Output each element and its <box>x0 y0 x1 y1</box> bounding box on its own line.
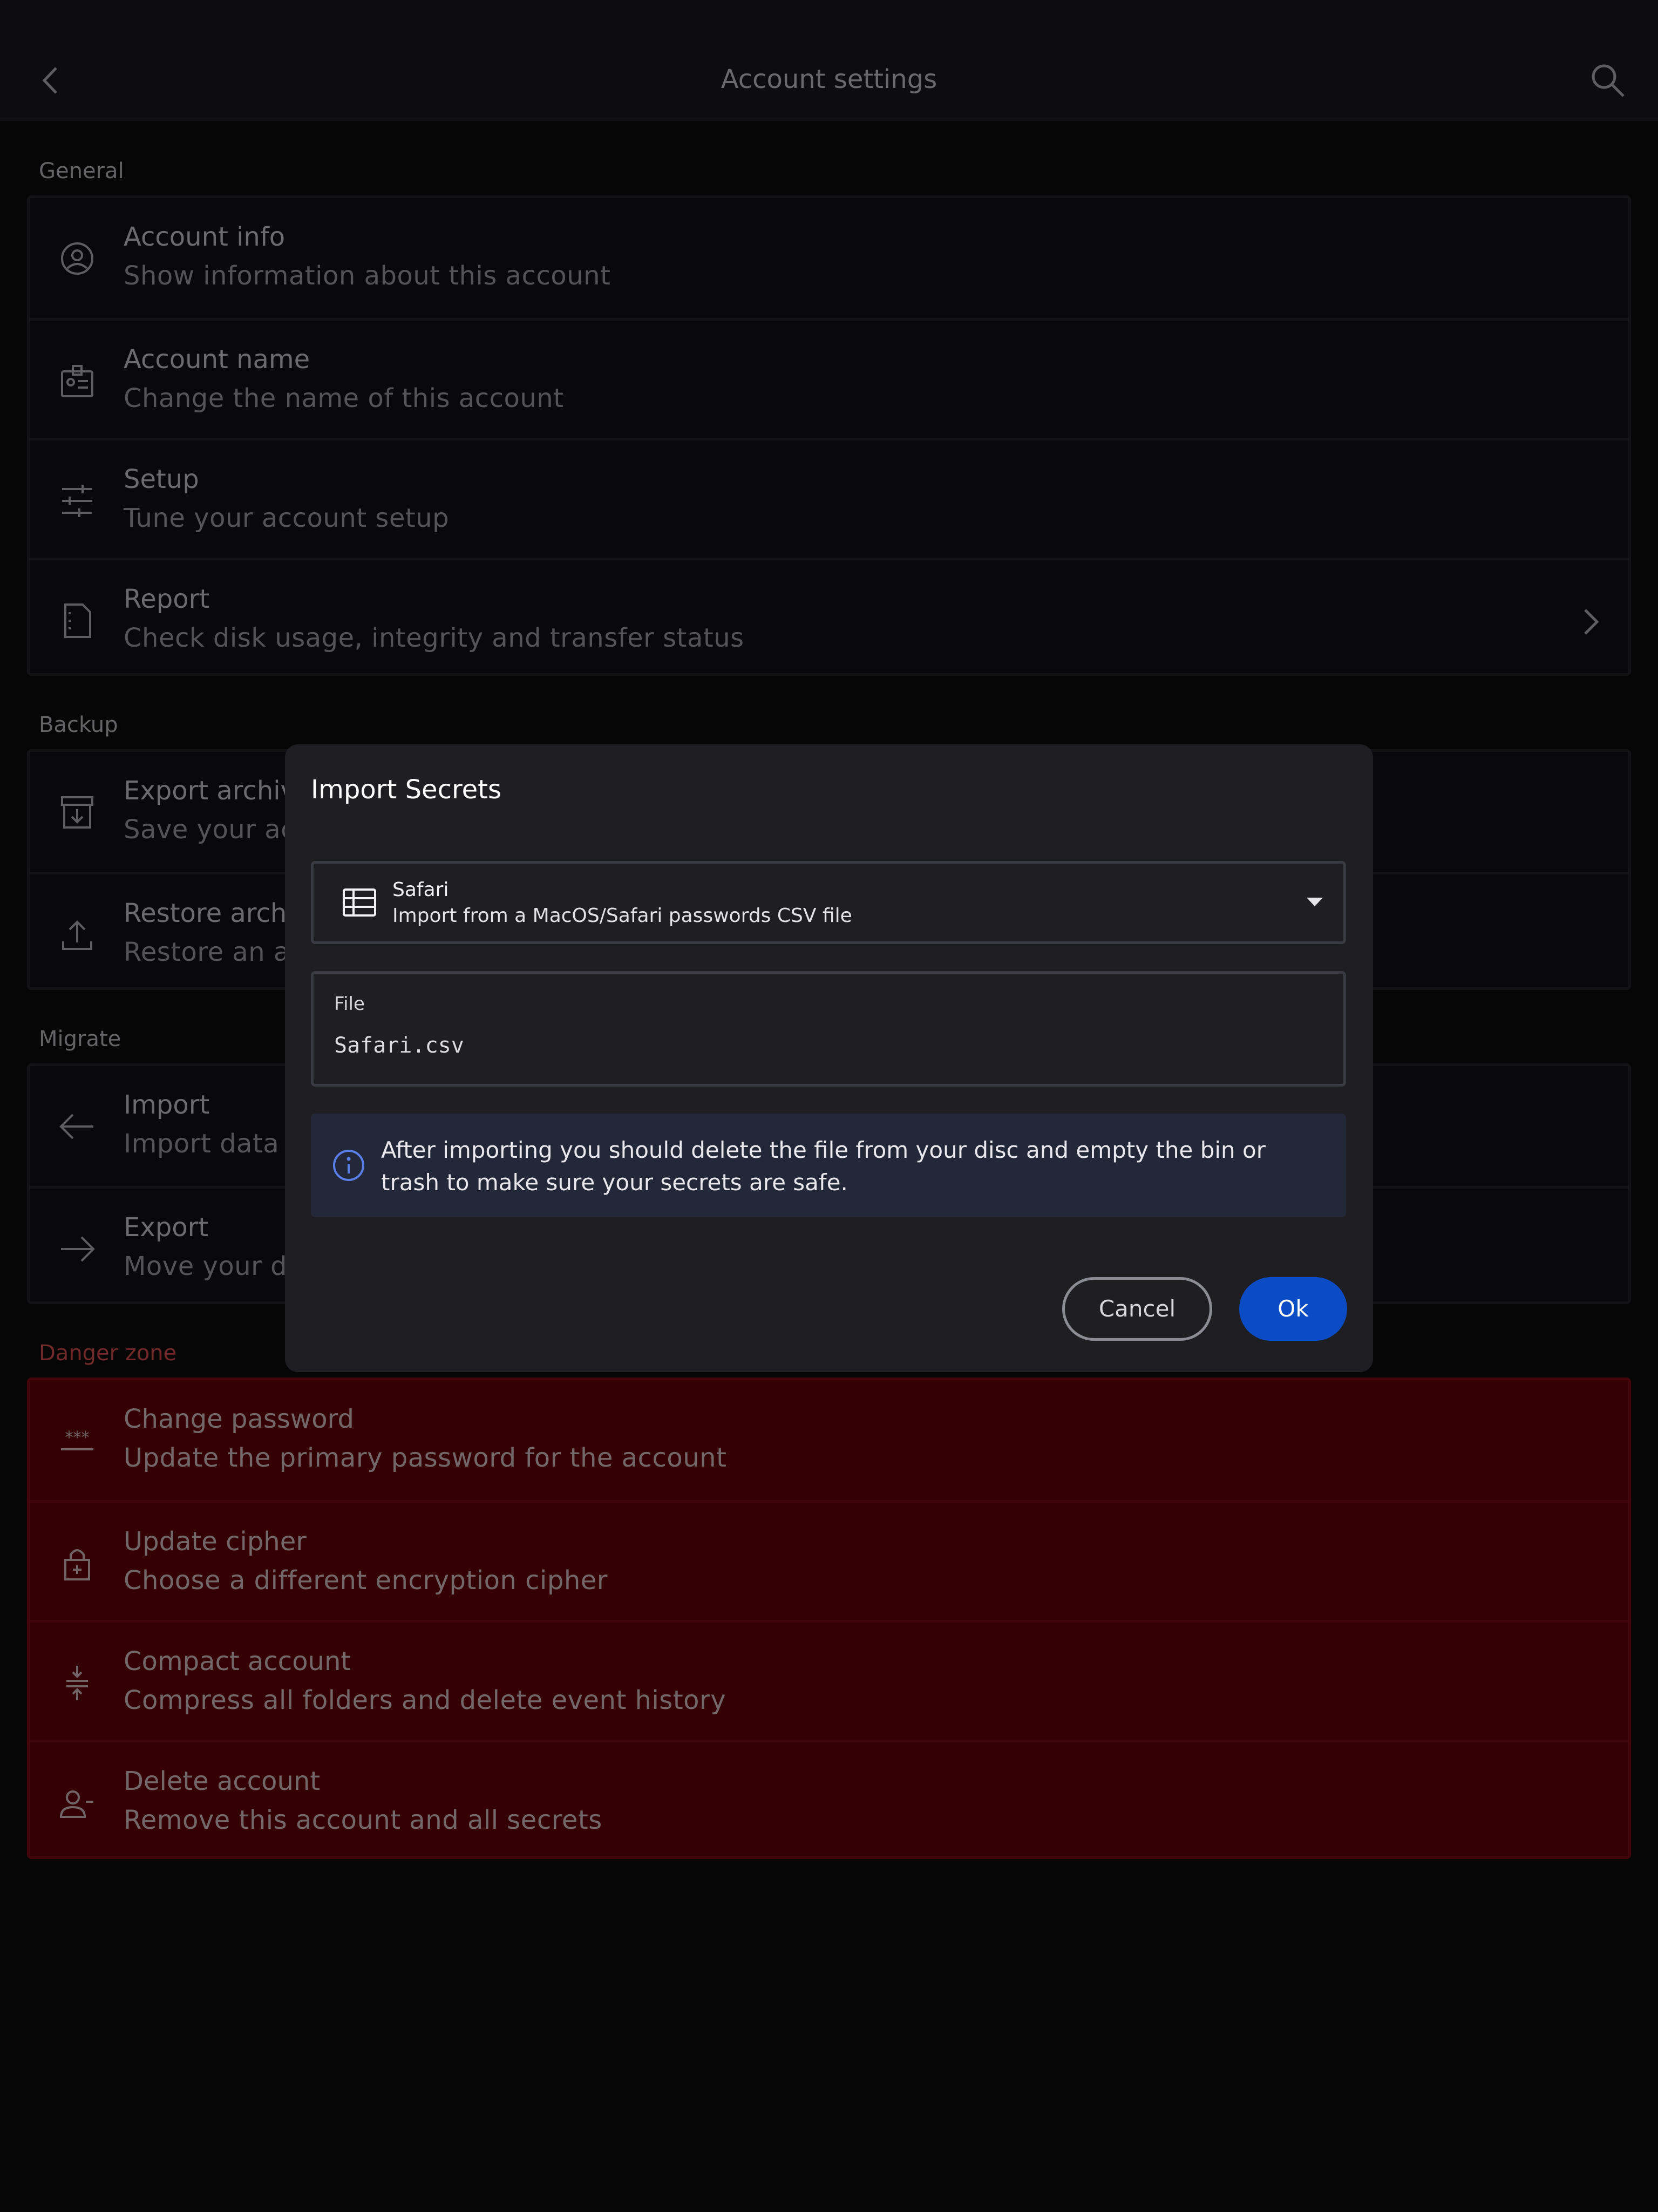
dropdown-arrow-icon <box>1307 898 1323 906</box>
table-icon <box>343 888 376 917</box>
file-field[interactable]: File Safari.csv <box>311 971 1346 1087</box>
import-secrets-dialog: Import Secrets Safari Import from a MacO… <box>285 744 1373 1372</box>
info-text: After importing you should delete the fi… <box>381 1137 1266 1196</box>
info-notice: After importing you should delete the fi… <box>311 1114 1346 1217</box>
import-source-select[interactable]: Safari Import from a MacOS/Safari passwo… <box>311 861 1346 944</box>
cancel-button[interactable]: Cancel <box>1062 1277 1212 1341</box>
file-field-value: Safari.csv <box>334 1033 464 1058</box>
import-source-description: Import from a MacOS/Safari passwords CSV… <box>392 905 852 927</box>
dialog-title: Import Secrets <box>311 775 501 805</box>
file-field-label: File <box>334 993 365 1015</box>
import-source-name: Safari <box>392 879 449 901</box>
ok-button[interactable]: Ok <box>1239 1277 1347 1341</box>
info-icon <box>333 1150 364 1181</box>
